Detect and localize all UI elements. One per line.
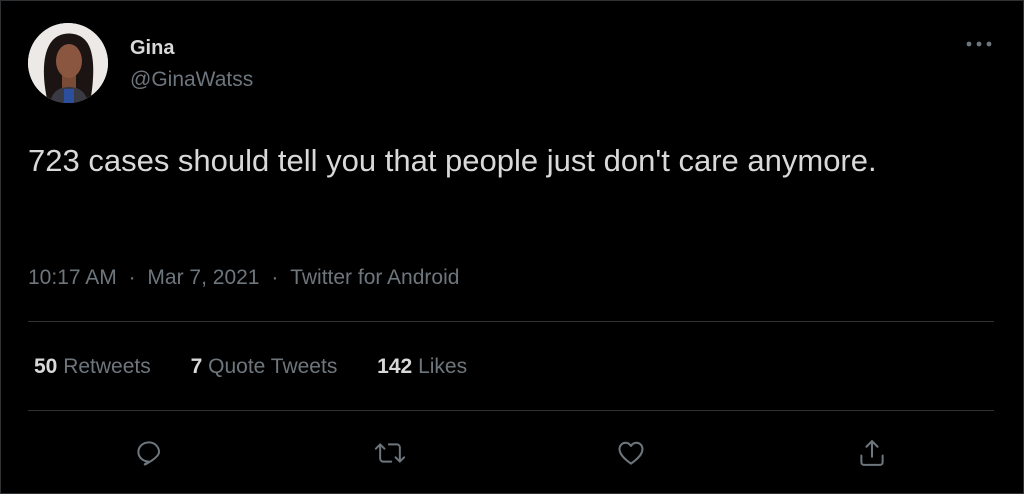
retweets-stat[interactable]: 50 Retweets xyxy=(34,355,151,379)
tweet-stats: 50 Retweets 7 Quote Tweets 142 Likes xyxy=(34,355,501,379)
tweet-meta: 10:17 AM · Mar 7, 2021 · Twitter for And… xyxy=(28,266,459,290)
more-options-button[interactable] xyxy=(959,31,999,57)
likes-label: Likes xyxy=(418,355,468,378)
reply-button[interactable] xyxy=(129,433,169,473)
divider xyxy=(28,321,994,322)
tweet-card: Gina @GinaWatss 723 cases should tell yo… xyxy=(0,0,1024,494)
tweet-date[interactable]: Mar 7, 2021 xyxy=(147,266,259,290)
meta-separator: · xyxy=(128,266,136,289)
author-display-name[interactable]: Gina xyxy=(130,37,174,60)
like-icon xyxy=(618,441,644,465)
retweets-count: 50 xyxy=(34,355,58,378)
tweet-time[interactable]: 10:17 AM xyxy=(28,266,117,290)
tweet-source[interactable]: Twitter for Android xyxy=(290,266,459,290)
profile-photo-icon xyxy=(28,23,108,103)
retweet-button[interactable] xyxy=(370,433,410,473)
reply-icon xyxy=(137,441,160,466)
share-icon xyxy=(860,440,884,466)
avatar[interactable] xyxy=(28,23,108,103)
meta-separator: · xyxy=(271,266,279,289)
share-button[interactable] xyxy=(852,433,892,473)
likes-count: 142 xyxy=(377,355,413,378)
quote-tweets-stat[interactable]: 7 Quote Tweets xyxy=(191,355,338,379)
more-dots-icon xyxy=(966,41,992,47)
action-bar xyxy=(1,433,1024,473)
retweets-label: Retweets xyxy=(63,355,151,378)
like-button[interactable] xyxy=(611,433,651,473)
divider xyxy=(28,410,994,411)
retweet-icon xyxy=(374,443,406,463)
likes-stat[interactable]: 142 Likes xyxy=(377,355,467,379)
tweet-text: 723 cases should tell you that people ju… xyxy=(28,143,877,178)
quote-tweets-count: 7 xyxy=(190,355,203,378)
author-handle[interactable]: @GinaWatss xyxy=(130,68,253,92)
quote-tweets-label: Quote Tweets xyxy=(208,355,338,378)
